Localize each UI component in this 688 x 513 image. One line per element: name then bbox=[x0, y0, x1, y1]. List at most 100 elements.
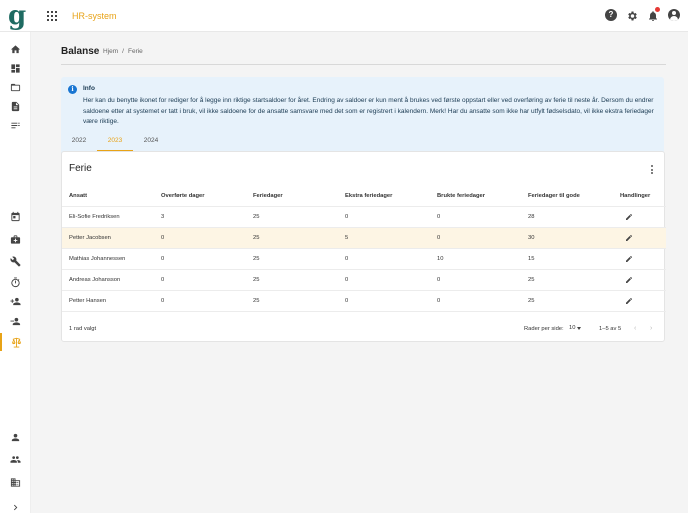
table-row[interactable]: Petter Hansen 0 25 0 0 25 bbox=[62, 291, 666, 312]
remaining-vacation-days: 15 bbox=[528, 256, 535, 262]
breadcrumb: Hjem / Ferie bbox=[103, 48, 143, 55]
breadcrumb-current: Ferie bbox=[127, 48, 143, 55]
chevron-right-icon[interactable] bbox=[0, 498, 31, 513]
home-icon[interactable] bbox=[0, 40, 31, 58]
tab-2024[interactable]: 2024 bbox=[133, 135, 169, 151]
remaining-vacation-days: 30 bbox=[528, 235, 535, 241]
remaining-vacation-days: 28 bbox=[528, 214, 535, 220]
extra-vacation-days: 0 bbox=[345, 277, 349, 283]
title-divider bbox=[61, 64, 666, 65]
used-vacation-days: 10 bbox=[437, 256, 444, 262]
person-icon[interactable] bbox=[0, 428, 31, 446]
transferred-days: 0 bbox=[161, 256, 165, 262]
column-header: Handlinger bbox=[620, 192, 651, 199]
year-tabs: 2022 2023 2024 bbox=[61, 135, 169, 151]
person-add-icon[interactable] bbox=[0, 292, 31, 310]
top-actions: ? bbox=[605, 7, 680, 21]
dashboard-icon[interactable] bbox=[0, 59, 31, 77]
transferred-days: 0 bbox=[161, 277, 165, 283]
edit-icon[interactable] bbox=[625, 297, 633, 305]
tab-2022[interactable]: 2022 bbox=[61, 135, 97, 151]
vacation-table: Ansatt Overførte dager Feriedager Ekstra… bbox=[62, 185, 666, 312]
breadcrumb-home[interactable]: Hjem bbox=[103, 48, 118, 55]
used-vacation-days: 0 bbox=[437, 214, 441, 220]
table-footer: 1 rad valgt Rader per side: 10 1–5 av 5 … bbox=[62, 319, 664, 341]
tools-icon[interactable] bbox=[0, 252, 31, 270]
used-vacation-days: 0 bbox=[437, 298, 441, 304]
remaining-vacation-days: 25 bbox=[528, 277, 535, 283]
balance-scale-icon[interactable] bbox=[0, 333, 31, 351]
chevron-left-icon[interactable]: ‹ bbox=[634, 325, 636, 332]
vacation-days: 25 bbox=[253, 214, 260, 220]
vacation-days: 25 bbox=[253, 256, 260, 262]
column-header[interactable]: Feriedager til gode bbox=[528, 185, 580, 206]
rows-per-page-label: Rader per side: bbox=[524, 326, 564, 332]
caret-down-icon bbox=[577, 326, 582, 330]
vacation-days: 25 bbox=[253, 298, 260, 304]
transferred-days: 0 bbox=[161, 298, 165, 304]
extra-vacation-days: 0 bbox=[345, 256, 349, 262]
column-header[interactable]: Brukte feriedager bbox=[437, 185, 485, 206]
app-title: HR-system bbox=[72, 11, 117, 21]
table-row[interactable]: Petter Jacobsen 0 25 5 0 30 bbox=[62, 228, 666, 249]
edit-icon[interactable] bbox=[625, 234, 633, 242]
chevron-right-icon[interactable]: › bbox=[650, 325, 652, 332]
timer-icon[interactable] bbox=[0, 273, 31, 291]
help-icon[interactable]: ? bbox=[605, 9, 617, 21]
info-text: Her kan du benytte ikonet for rediger fo… bbox=[83, 97, 654, 125]
group-icon[interactable] bbox=[0, 450, 31, 468]
table-row[interactable]: Andreas Johansson 0 25 0 0 25 bbox=[62, 270, 666, 291]
edit-icon[interactable] bbox=[625, 213, 633, 221]
document-icon[interactable] bbox=[0, 97, 31, 115]
list-icon[interactable] bbox=[0, 116, 31, 134]
account-icon[interactable] bbox=[668, 9, 680, 21]
more-options-icon[interactable] bbox=[651, 165, 654, 174]
column-header[interactable]: Ansatt bbox=[69, 185, 87, 206]
notifications-icon[interactable] bbox=[647, 7, 660, 21]
page-title: Balanse bbox=[61, 46, 100, 57]
person-remove-icon[interactable] bbox=[0, 312, 31, 330]
column-header[interactable]: Ekstra feriedager bbox=[345, 185, 392, 206]
column-header[interactable]: Overførte dager bbox=[161, 185, 205, 206]
page-range: 1–5 av 5 bbox=[599, 326, 622, 332]
employee-name: Mathias Johannessen bbox=[69, 256, 126, 262]
rows-per-page-select[interactable]: 10 bbox=[569, 325, 582, 331]
folder-icon[interactable] bbox=[0, 78, 31, 96]
used-vacation-days: 0 bbox=[437, 235, 441, 241]
settings-icon[interactable] bbox=[626, 9, 638, 21]
extra-vacation-days: 0 bbox=[345, 214, 349, 220]
transferred-days: 0 bbox=[161, 235, 165, 241]
extra-vacation-days: 5 bbox=[345, 235, 349, 241]
vacation-days: 25 bbox=[253, 235, 260, 241]
table-header: Ansatt Overførte dager Feriedager Ekstra… bbox=[62, 185, 666, 207]
table-row[interactable]: Eli-Sofie Fredriksen 3 25 0 0 28 bbox=[62, 207, 666, 228]
vacation-days: 25 bbox=[253, 277, 260, 283]
calendar-icon[interactable] bbox=[0, 207, 31, 225]
selected-count: 1 rad valgt bbox=[69, 326, 97, 332]
card-title: Ferie bbox=[69, 163, 92, 174]
remaining-vacation-days: 25 bbox=[528, 298, 535, 304]
column-header[interactable]: Feriedager bbox=[253, 185, 283, 206]
business-icon[interactable] bbox=[0, 473, 31, 491]
employee-name: Petter Hansen bbox=[69, 298, 107, 304]
tab-2023[interactable]: 2023 bbox=[97, 135, 133, 151]
info-title: Info bbox=[83, 85, 95, 92]
extra-vacation-days: 0 bbox=[345, 298, 349, 304]
rows-per-page-value: 10 bbox=[569, 325, 576, 331]
app-logo[interactable]: g bbox=[8, 3, 26, 29]
apps-icon[interactable] bbox=[47, 11, 57, 21]
sidebar bbox=[0, 32, 31, 513]
briefcase-icon[interactable] bbox=[0, 230, 31, 248]
employee-name: Andreas Johansson bbox=[69, 277, 121, 283]
notification-badge bbox=[655, 7, 660, 12]
employee-name: Eli-Sofie Fredriksen bbox=[69, 214, 120, 220]
used-vacation-days: 0 bbox=[437, 277, 441, 283]
edit-icon[interactable] bbox=[625, 276, 633, 284]
transferred-days: 3 bbox=[161, 214, 165, 220]
table-row[interactable]: Mathias Johannessen 0 25 0 10 15 bbox=[62, 249, 666, 270]
employee-name: Petter Jacobsen bbox=[69, 235, 111, 241]
top-bar: g HR-system ? bbox=[0, 0, 688, 32]
vacation-card: Ferie Ansatt Overførte dager Feriedager … bbox=[61, 151, 666, 342]
info-icon: i bbox=[68, 85, 77, 94]
edit-icon[interactable] bbox=[625, 255, 633, 263]
